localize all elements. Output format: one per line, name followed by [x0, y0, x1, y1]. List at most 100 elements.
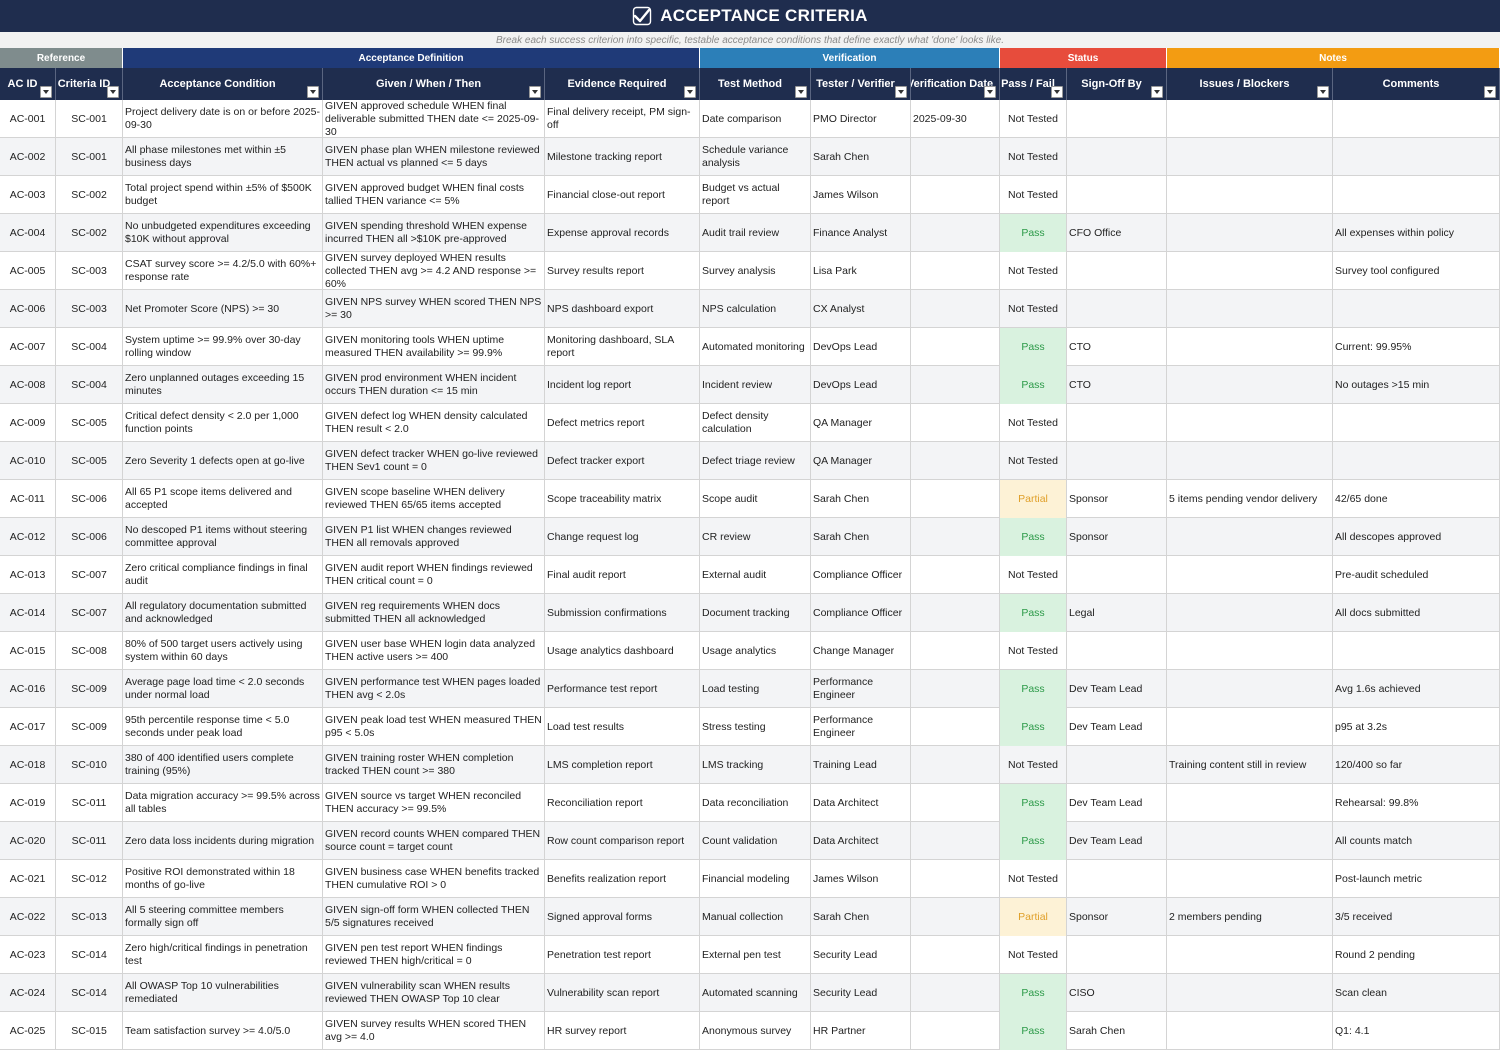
cell-ac-id[interactable]: AC-014: [0, 594, 56, 632]
cell-sign-off-by[interactable]: [1067, 100, 1167, 138]
cell-issues-blockers[interactable]: [1167, 556, 1333, 594]
cell-test-method[interactable]: Automated monitoring: [700, 328, 811, 366]
column-header-comments[interactable]: Comments: [1333, 68, 1500, 100]
cell-ac-id[interactable]: AC-009: [0, 404, 56, 442]
cell-ac-id[interactable]: AC-004: [0, 214, 56, 252]
cell-sign-off-by[interactable]: Dev Team Lead: [1067, 670, 1167, 708]
cell-tester-verifier[interactable]: Finance Analyst: [811, 214, 911, 252]
cell-acceptance-condition[interactable]: All OWASP Top 10 vulnerabilities remedia…: [123, 974, 323, 1012]
cell-test-method[interactable]: Financial modeling: [700, 860, 811, 898]
cell-evidence-required[interactable]: Usage analytics dashboard: [545, 632, 700, 670]
cell-comments[interactable]: [1333, 176, 1500, 214]
cell-pass-fail[interactable]: Pass: [1000, 974, 1067, 1012]
cell-acceptance-condition[interactable]: 80% of 500 target users actively using s…: [123, 632, 323, 670]
cell-evidence-required[interactable]: Row count comparison report: [545, 822, 700, 860]
cell-test-method[interactable]: CR review: [700, 518, 811, 556]
cell-verification-date[interactable]: [911, 860, 1000, 898]
cell-evidence-required[interactable]: Benefits realization report: [545, 860, 700, 898]
cell-ac-id[interactable]: AC-002: [0, 138, 56, 176]
table-row[interactable]: AC-004 SC-002 No unbudgeted expenditures e…: [0, 214, 1500, 252]
table-row[interactable]: AC-009 SC-005 Critical defect density < 2.…: [0, 404, 1500, 442]
cell-tester-verifier[interactable]: Compliance Officer: [811, 556, 911, 594]
cell-evidence-required[interactable]: Load test results: [545, 708, 700, 746]
cell-given-when-then[interactable]: GIVEN monitoring tools WHEN uptime measu…: [323, 328, 545, 366]
column-header-verification-date[interactable]: Verification Date: [911, 68, 1000, 100]
table-row[interactable]: AC-015 SC-008 80% of 500 target users acti…: [0, 632, 1500, 670]
cell-pass-fail[interactable]: Pass: [1000, 708, 1067, 746]
cell-tester-verifier[interactable]: Sarah Chen: [811, 518, 911, 556]
cell-tester-verifier[interactable]: CX Analyst: [811, 290, 911, 328]
cell-ac-id[interactable]: AC-006: [0, 290, 56, 328]
cell-given-when-then[interactable]: GIVEN phase plan WHEN milestone reviewed…: [323, 138, 545, 176]
table-row[interactable]: AC-001 SC-001 Project delivery date is on …: [0, 100, 1500, 138]
cell-issues-blockers[interactable]: [1167, 518, 1333, 556]
cell-pass-fail[interactable]: Not Tested: [1000, 556, 1067, 594]
cell-issues-blockers[interactable]: [1167, 138, 1333, 176]
cell-comments[interactable]: Rehearsal: 99.8%: [1333, 784, 1500, 822]
cell-verification-date[interactable]: [911, 214, 1000, 252]
cell-acceptance-condition[interactable]: Zero unplanned outages exceeding 15 minu…: [123, 366, 323, 404]
cell-issues-blockers[interactable]: [1167, 1012, 1333, 1050]
table-row[interactable]: AC-017 SC-009 95th percentile response tim…: [0, 708, 1500, 746]
cell-ac-id[interactable]: AC-007: [0, 328, 56, 366]
table-row[interactable]: AC-019 SC-011 Data migration accuracy >= 9…: [0, 784, 1500, 822]
cell-given-when-then[interactable]: GIVEN pen test report WHEN findings revi…: [323, 936, 545, 974]
cell-issues-blockers[interactable]: Training content still in review: [1167, 746, 1333, 784]
cell-test-method[interactable]: Data reconciliation: [700, 784, 811, 822]
cell-given-when-then[interactable]: GIVEN source vs target WHEN reconciled T…: [323, 784, 545, 822]
cell-verification-date[interactable]: [911, 784, 1000, 822]
cell-acceptance-condition[interactable]: Positive ROI demonstrated within 18 mont…: [123, 860, 323, 898]
cell-tester-verifier[interactable]: Performance Engineer: [811, 708, 911, 746]
cell-comments[interactable]: 42/65 done: [1333, 480, 1500, 518]
column-header-evidence-required[interactable]: Evidence Required: [545, 68, 700, 100]
cell-comments[interactable]: [1333, 442, 1500, 480]
cell-acceptance-condition[interactable]: System uptime >= 99.9% over 30-day rolli…: [123, 328, 323, 366]
table-row[interactable]: AC-010 SC-005 Zero Severity 1 defects open…: [0, 442, 1500, 480]
cell-criteria-id[interactable]: SC-013: [56, 898, 123, 936]
cell-ac-id[interactable]: AC-001: [0, 100, 56, 138]
filter-dropdown-icon[interactable]: [40, 86, 52, 98]
column-header-test-method[interactable]: Test Method: [700, 68, 811, 100]
cell-tester-verifier[interactable]: Security Lead: [811, 974, 911, 1012]
table-row[interactable]: AC-024 SC-014 All OWASP Top 10 vulnerabili…: [0, 974, 1500, 1012]
cell-issues-blockers[interactable]: [1167, 100, 1333, 138]
cell-acceptance-condition[interactable]: All 65 P1 scope items delivered and acce…: [123, 480, 323, 518]
cell-evidence-required[interactable]: LMS completion report: [545, 746, 700, 784]
cell-criteria-id[interactable]: SC-014: [56, 936, 123, 974]
cell-criteria-id[interactable]: SC-004: [56, 366, 123, 404]
cell-pass-fail[interactable]: Pass: [1000, 366, 1067, 404]
cell-evidence-required[interactable]: Defect tracker export: [545, 442, 700, 480]
cell-pass-fail[interactable]: Not Tested: [1000, 632, 1067, 670]
cell-evidence-required[interactable]: Financial close-out report: [545, 176, 700, 214]
cell-given-when-then[interactable]: GIVEN scope baseline WHEN delivery revie…: [323, 480, 545, 518]
cell-test-method[interactable]: Stress testing: [700, 708, 811, 746]
column-header-criteria-id[interactable]: Criteria ID: [56, 68, 123, 100]
cell-verification-date[interactable]: [911, 1012, 1000, 1050]
cell-issues-blockers[interactable]: [1167, 708, 1333, 746]
table-row[interactable]: AC-007 SC-004 System uptime >= 99.9% over …: [0, 328, 1500, 366]
cell-verification-date[interactable]: [911, 594, 1000, 632]
cell-ac-id[interactable]: AC-018: [0, 746, 56, 784]
cell-acceptance-condition[interactable]: All phase milestones met within ±5 busin…: [123, 138, 323, 176]
cell-given-when-then[interactable]: GIVEN peak load test WHEN measured THEN …: [323, 708, 545, 746]
cell-comments[interactable]: [1333, 290, 1500, 328]
cell-given-when-then[interactable]: GIVEN reg requirements WHEN docs submitt…: [323, 594, 545, 632]
cell-evidence-required[interactable]: Monitoring dashboard, SLA report: [545, 328, 700, 366]
cell-issues-blockers[interactable]: [1167, 784, 1333, 822]
cell-acceptance-condition[interactable]: Zero data loss incidents during migratio…: [123, 822, 323, 860]
cell-comments[interactable]: All descopes approved: [1333, 518, 1500, 556]
cell-ac-id[interactable]: AC-011: [0, 480, 56, 518]
cell-tester-verifier[interactable]: James Wilson: [811, 176, 911, 214]
cell-evidence-required[interactable]: NPS dashboard export: [545, 290, 700, 328]
cell-comments[interactable]: Survey tool configured: [1333, 252, 1500, 290]
cell-pass-fail[interactable]: Not Tested: [1000, 936, 1067, 974]
cell-tester-verifier[interactable]: Sarah Chen: [811, 898, 911, 936]
cell-evidence-required[interactable]: Signed approval forms: [545, 898, 700, 936]
cell-tester-verifier[interactable]: Change Manager: [811, 632, 911, 670]
cell-tester-verifier[interactable]: Lisa Park: [811, 252, 911, 290]
cell-issues-blockers[interactable]: [1167, 632, 1333, 670]
cell-evidence-required[interactable]: Final delivery receipt, PM sign-off: [545, 100, 700, 138]
cell-test-method[interactable]: Budget vs actual report: [700, 176, 811, 214]
cell-criteria-id[interactable]: SC-001: [56, 138, 123, 176]
cell-pass-fail[interactable]: Pass: [1000, 328, 1067, 366]
